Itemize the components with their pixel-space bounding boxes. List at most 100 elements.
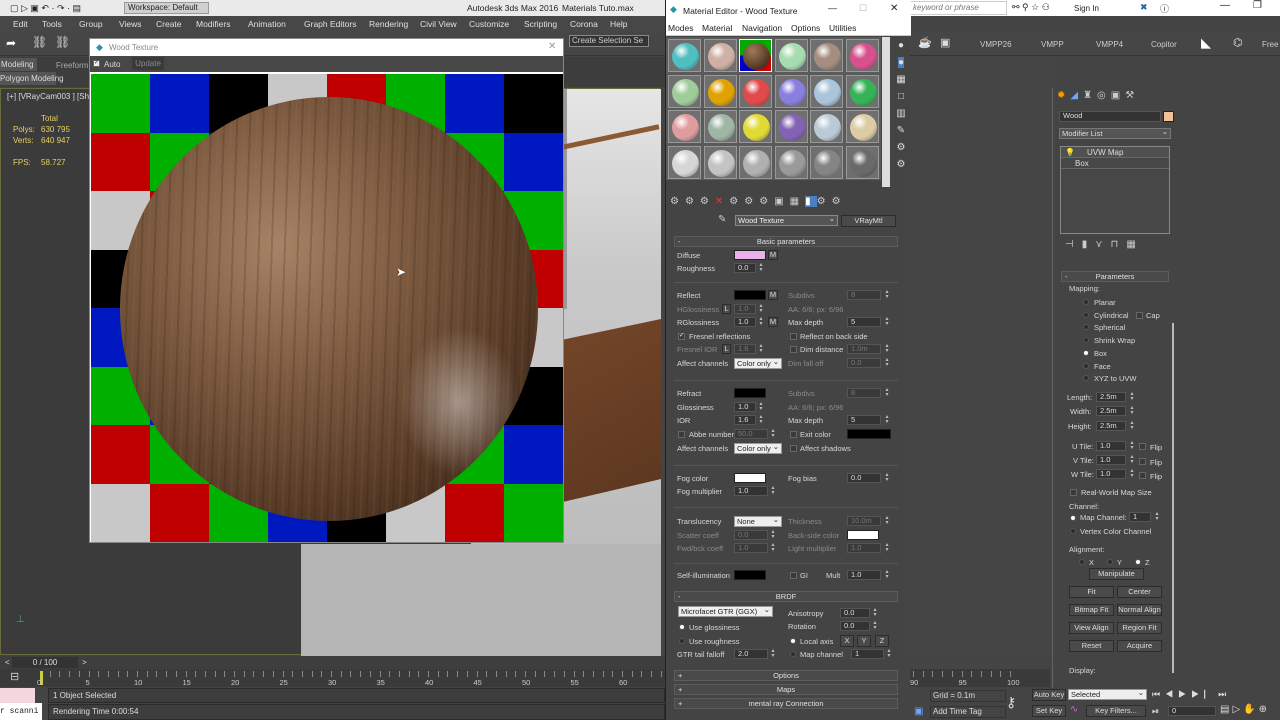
menu-utilities[interactable]: Utilities bbox=[829, 23, 856, 33]
u-tile-input[interactable]: 1.0 bbox=[1096, 441, 1126, 451]
w-flip-checkbox[interactable] bbox=[1139, 472, 1146, 479]
material-slot[interactable] bbox=[845, 145, 879, 179]
menu-graph-editors[interactable]: Graph Editors bbox=[304, 19, 356, 29]
search-tools-icons[interactable]: ⚯ ⚲ ☆ ⚇ bbox=[1012, 2, 1050, 13]
thickness-input[interactable]: 10.0m bbox=[847, 516, 881, 526]
menu-views[interactable]: Views bbox=[119, 19, 142, 29]
viewport-label[interactable]: [+] [VRayCam003 ] [Sh bbox=[7, 92, 89, 101]
bulb-icon[interactable]: 💡 bbox=[1065, 148, 1075, 157]
reflect-color-swatch[interactable] bbox=[734, 290, 766, 300]
diffuse-map-button[interactable]: M bbox=[768, 250, 778, 260]
map-channel-radio[interactable] bbox=[790, 651, 796, 657]
stack-tools-icons[interactable]: ⊣▮⋎⊓▦ bbox=[1065, 239, 1144, 250]
abbe-spinner[interactable] bbox=[770, 429, 776, 439]
anisotropy-input[interactable]: 0.0 bbox=[840, 608, 870, 618]
length-spinner[interactable] bbox=[1129, 392, 1135, 402]
fresnel-ior-input[interactable]: 1.6 bbox=[734, 344, 756, 354]
curve-editor-icon[interactable]: ∿ bbox=[1070, 704, 1078, 715]
v-tile-input[interactable]: 1.0 bbox=[1096, 455, 1126, 465]
time-tag-icon[interactable]: ▣ bbox=[914, 706, 923, 717]
map-channel-input[interactable]: 1 bbox=[1129, 512, 1151, 522]
dim-distance-input[interactable]: 1.0m bbox=[847, 344, 881, 354]
update-button[interactable]: Update bbox=[132, 57, 164, 70]
menu-scripting[interactable]: Scripting bbox=[524, 19, 557, 29]
mult-input[interactable]: 1.0 bbox=[847, 570, 881, 580]
refract-subdivs-spinner[interactable] bbox=[884, 388, 890, 398]
glossiness-spinner[interactable] bbox=[758, 402, 764, 412]
brdf-type-dropdown[interactable]: Microfacet GTR (GGX) bbox=[678, 605, 773, 617]
reset-button[interactable]: Reset bbox=[1069, 640, 1114, 652]
material-slot[interactable] bbox=[810, 74, 843, 108]
material-slot[interactable] bbox=[668, 145, 701, 179]
refract-affect-channels-dropdown[interactable]: Color only bbox=[734, 442, 782, 454]
fog-bias-input[interactable]: 0.0 bbox=[847, 473, 881, 483]
light-multiplier-spinner[interactable] bbox=[884, 543, 890, 553]
minimize-button[interactable]: — bbox=[828, 3, 837, 13]
material-slot[interactable] bbox=[739, 74, 772, 108]
menu-rendering[interactable]: Rendering bbox=[369, 19, 408, 29]
fit-button[interactable]: Fit bbox=[1069, 586, 1114, 598]
material-slot[interactable] bbox=[668, 39, 701, 72]
thickness-spinner[interactable] bbox=[884, 516, 890, 526]
fog-multiplier-input[interactable]: 1.0 bbox=[734, 486, 768, 496]
quick-access-icons[interactable]: ▢ ▷ ▣ ↶ · ↷ · ▤ bbox=[10, 3, 81, 14]
ior-input[interactable]: 1.6 bbox=[734, 415, 756, 425]
key-filters-button[interactable]: Key Filters... bbox=[1086, 705, 1146, 717]
rotation-input[interactable]: 0.0 bbox=[840, 621, 870, 631]
hglossiness-input[interactable]: 1.0 bbox=[734, 304, 756, 314]
material-slot[interactable] bbox=[774, 110, 808, 143]
fwd-bck-coeff-input[interactable]: 1.0 bbox=[734, 543, 768, 553]
vmpp4-button[interactable]: VMPP4 bbox=[1096, 40, 1123, 49]
tab-modeling[interactable]: Modeling bbox=[0, 58, 37, 71]
material-slot[interactable] bbox=[739, 145, 772, 179]
time-slider-thumb[interactable]: 0 / 100 bbox=[12, 657, 78, 668]
auto-key-button[interactable]: Auto Key bbox=[1032, 689, 1066, 701]
max-depth-spinner[interactable] bbox=[884, 317, 890, 327]
vmpp-button[interactable]: VMPP bbox=[1041, 40, 1064, 49]
gi-checkbox[interactable] bbox=[790, 572, 797, 579]
axis-z-button[interactable]: Z bbox=[875, 635, 889, 647]
self-illumination-swatch[interactable] bbox=[734, 570, 766, 580]
add-time-tag-button[interactable]: Add Time Tag bbox=[930, 706, 1006, 718]
eyedropper-icon[interactable]: ✎ bbox=[718, 214, 726, 225]
normal-align-button[interactable]: Normal Align bbox=[1117, 604, 1162, 616]
menu-create[interactable]: Create bbox=[156, 19, 182, 29]
command-panel-scrollbar[interactable] bbox=[1172, 323, 1174, 673]
fwd-bck-coeff-spinner[interactable] bbox=[770, 543, 776, 553]
mapping-radio[interactable] bbox=[1083, 375, 1089, 382]
ior-spinner[interactable] bbox=[758, 415, 764, 425]
slots-scrollbar[interactable] bbox=[882, 37, 890, 187]
material-slot[interactable] bbox=[845, 39, 879, 72]
bitmap-fit-button[interactable]: Bitmap Fit bbox=[1069, 604, 1114, 616]
key-selection-dropdown[interactable]: Selected bbox=[1068, 688, 1147, 700]
maximize-button[interactable]: ☐ bbox=[859, 3, 867, 14]
material-slot[interactable] bbox=[703, 145, 737, 179]
u-tile-spinner[interactable] bbox=[1129, 441, 1135, 451]
material-name-dropdown[interactable]: Wood Texture bbox=[735, 214, 838, 226]
maxscript-input[interactable]: r scanni bbox=[0, 703, 42, 720]
brdf-header[interactable]: - BRDF bbox=[674, 591, 898, 602]
menu-corona[interactable]: Corona bbox=[570, 19, 598, 29]
refract-color-swatch[interactable] bbox=[734, 388, 766, 398]
abbe-checkbox[interactable] bbox=[678, 431, 685, 438]
slot-side-toolbar[interactable]: ● ● ▦ □ ▥ ✎ ⚙ ⚙ bbox=[891, 37, 911, 187]
axis-y-button[interactable]: Y bbox=[857, 635, 871, 647]
map-channel-spinner[interactable] bbox=[1154, 512, 1160, 522]
camera-icon[interactable]: ⌬ bbox=[1233, 36, 1243, 49]
options-rollout[interactable]: + Options bbox=[674, 670, 898, 681]
real-world-checkbox[interactable] bbox=[1070, 489, 1077, 496]
refract-max-depth-input[interactable]: 5 bbox=[847, 415, 881, 425]
mult-spinner[interactable] bbox=[884, 570, 890, 580]
material-slot[interactable] bbox=[739, 39, 772, 72]
center-button[interactable]: Center bbox=[1117, 586, 1162, 598]
height-input[interactable]: 2.5m bbox=[1096, 421, 1126, 431]
command-panel-tabs[interactable]: ✹◢♜◎▣⚒ bbox=[1057, 90, 1172, 104]
exchange-icon[interactable]: ✖ bbox=[1140, 2, 1148, 13]
dim-distance-checkbox[interactable] bbox=[790, 346, 797, 353]
refract-subdivs-input[interactable]: 8 bbox=[847, 388, 881, 398]
stack-item-box[interactable]: Box bbox=[1061, 158, 1169, 169]
material-slot[interactable] bbox=[810, 110, 843, 143]
key-mode-icon[interactable]: ⏯ bbox=[1152, 706, 1159, 717]
minimize-button[interactable]: — bbox=[1220, 0, 1230, 11]
menu-modifiers[interactable]: Modifiers bbox=[196, 19, 230, 29]
